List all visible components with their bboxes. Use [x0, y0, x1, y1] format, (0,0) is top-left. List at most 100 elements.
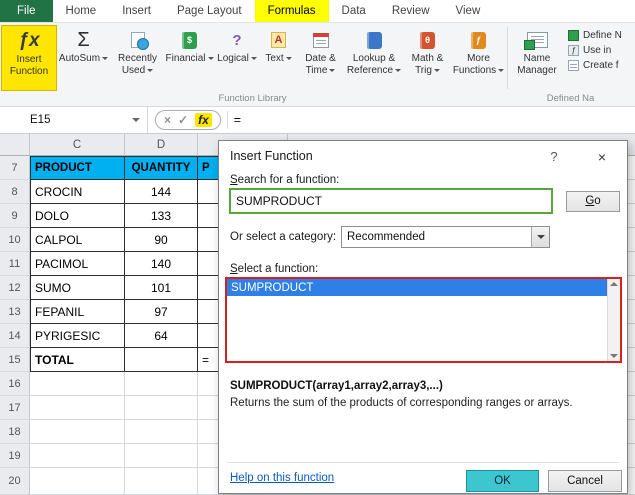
- row-header-19[interactable]: 19: [0, 444, 30, 468]
- excel-window: File Home Insert Page Layout Formulas Da…: [0, 0, 635, 495]
- row-header-16[interactable]: 16: [0, 372, 30, 396]
- cell-C15[interactable]: TOTAL: [30, 348, 125, 372]
- cell-D8[interactable]: 144: [125, 180, 198, 204]
- insert-function-button[interactable]: ƒx Insert Function: [1, 25, 57, 91]
- row-header-12[interactable]: 12: [0, 276, 30, 300]
- cell-D15[interactable]: [125, 348, 198, 372]
- category-dropdown-arrow-icon[interactable]: [531, 227, 549, 247]
- tab-page-layout[interactable]: Page Layout: [164, 0, 255, 22]
- cell-D9[interactable]: 133: [125, 204, 198, 228]
- autosum-button[interactable]: Σ AutoSum: [57, 25, 110, 91]
- cell-D16[interactable]: [125, 372, 198, 396]
- tab-data[interactable]: Data: [329, 0, 379, 22]
- tab-file[interactable]: File: [0, 0, 53, 22]
- cell-D13[interactable]: 97: [125, 300, 198, 324]
- financial-button[interactable]: $ Financial: [165, 25, 214, 91]
- category-dropdown[interactable]: Recommended: [341, 226, 550, 248]
- more-functions-button[interactable]: ƒ More Functions: [451, 25, 506, 91]
- row-header-9[interactable]: 9: [0, 204, 30, 228]
- lookup-reference-button[interactable]: Lookup & Reference: [344, 25, 404, 91]
- cell-C14[interactable]: PYRIGESIC: [30, 324, 125, 348]
- cell-C17[interactable]: [30, 396, 125, 420]
- cell-D7[interactable]: QUANTITY: [125, 156, 198, 180]
- cell-D14[interactable]: 64: [125, 324, 198, 348]
- text-button[interactable]: A Text: [260, 25, 297, 91]
- row-header-11[interactable]: 11: [0, 252, 30, 276]
- name-box-dropdown-icon[interactable]: [132, 118, 140, 122]
- row-header-8[interactable]: 8: [0, 180, 30, 204]
- cell-D20[interactable]: [125, 468, 198, 495]
- enter-entry-icon[interactable]: ✓: [178, 113, 188, 127]
- cell-C12[interactable]: SUMO: [30, 276, 125, 300]
- search-function-input[interactable]: [229, 188, 553, 214]
- cell-C19[interactable]: [30, 444, 125, 468]
- row-header-17[interactable]: 17: [0, 396, 30, 420]
- name-box[interactable]: E15: [0, 107, 148, 133]
- cell-C16[interactable]: [30, 372, 125, 396]
- ok-button[interactable]: OK: [466, 470, 539, 492]
- scroll-up-icon[interactable]: [610, 282, 618, 286]
- math-trig-label: Math & Trig: [411, 53, 444, 76]
- cell-D17[interactable]: [125, 396, 198, 420]
- row-header-10[interactable]: 10: [0, 228, 30, 252]
- cancel-entry-icon[interactable]: ×: [164, 113, 171, 127]
- formula-input[interactable]: =: [234, 113, 635, 127]
- row-header-14[interactable]: 14: [0, 324, 30, 348]
- tab-review[interactable]: Review: [379, 0, 443, 22]
- cell-D18[interactable]: [125, 420, 198, 444]
- scroll-down-icon[interactable]: [610, 354, 618, 358]
- tab-insert[interactable]: Insert: [109, 0, 164, 22]
- logical-button[interactable]: ? Logical: [214, 25, 260, 91]
- tab-view[interactable]: View: [443, 0, 494, 22]
- more-functions-icon: ƒ: [471, 28, 486, 52]
- name-manager-button[interactable]: Name Manager: [509, 25, 565, 91]
- cell-D19[interactable]: [125, 444, 198, 468]
- tab-home[interactable]: Home: [53, 0, 110, 22]
- column-header-C[interactable]: C: [30, 134, 125, 156]
- function-list-item-selected[interactable]: SUMPRODUCT: [227, 279, 607, 296]
- cell-D11[interactable]: 140: [125, 252, 198, 276]
- recently-used-button[interactable]: Recently Used: [110, 25, 165, 91]
- group-divider: [507, 27, 508, 89]
- cell-C11[interactable]: PACIMOL: [30, 252, 125, 276]
- row-header-15[interactable]: 15: [0, 348, 30, 372]
- go-button[interactable]: Go: [566, 191, 620, 212]
- listbox-scrollbar[interactable]: [607, 279, 620, 361]
- use-in-formula-button[interactable]: ƒ Use in: [568, 45, 635, 56]
- select-all-corner[interactable]: [0, 134, 30, 156]
- defined-names-group: Define N ƒ Use in Create f: [565, 25, 635, 91]
- math-trig-button[interactable]: θ Math & Trig: [404, 25, 451, 91]
- row-header-18[interactable]: 18: [0, 420, 30, 444]
- dialog-help-icon[interactable]: ?: [539, 147, 569, 166]
- tab-formulas[interactable]: Formulas: [254, 0, 329, 22]
- dialog-title-bar[interactable]: Insert Function ? ×: [219, 141, 627, 171]
- cell-C9[interactable]: DOLO: [30, 204, 125, 228]
- cell-C10[interactable]: CALPOL: [30, 228, 125, 252]
- dialog-close-icon[interactable]: ×: [587, 147, 617, 166]
- cell-C13[interactable]: FEPANIL: [30, 300, 125, 324]
- ribbon-tab-bar: File Home Insert Page Layout Formulas Da…: [0, 0, 635, 23]
- date-time-button[interactable]: Date & Time: [297, 25, 344, 91]
- row-header-13[interactable]: 13: [0, 300, 30, 324]
- insert-function-label: Insert Function: [9, 54, 49, 77]
- cell-C8[interactable]: CROCIN: [30, 180, 125, 204]
- function-signature: SUMPRODUCT(array1,array2,array3,...): [230, 380, 443, 392]
- cell-C7[interactable]: PRODUCT: [30, 156, 125, 180]
- row-header-20[interactable]: 20: [0, 468, 30, 495]
- cell-C18[interactable]: [30, 420, 125, 444]
- function-listbox[interactable]: SUMPRODUCT: [225, 277, 622, 363]
- cancel-button[interactable]: Cancel: [548, 470, 622, 492]
- autosum-icon: Σ: [77, 28, 90, 51]
- insert-function-fx-icon[interactable]: fx: [195, 113, 212, 127]
- date-time-label: Date & Time: [305, 53, 336, 76]
- define-name-button[interactable]: Define N: [568, 30, 635, 41]
- cell-C20[interactable]: [30, 468, 125, 495]
- column-header-D[interactable]: D: [125, 134, 198, 156]
- help-on-function-link[interactable]: Help on this function: [230, 472, 334, 484]
- create-from-selection-button[interactable]: Create f: [568, 60, 635, 71]
- cell-D10[interactable]: 90: [125, 228, 198, 252]
- defined-names-group-label: Defined Na: [546, 93, 595, 104]
- cell-D12[interactable]: 101: [125, 276, 198, 300]
- dialog-footer-divider: [227, 462, 619, 463]
- row-header-7[interactable]: 7: [0, 156, 30, 180]
